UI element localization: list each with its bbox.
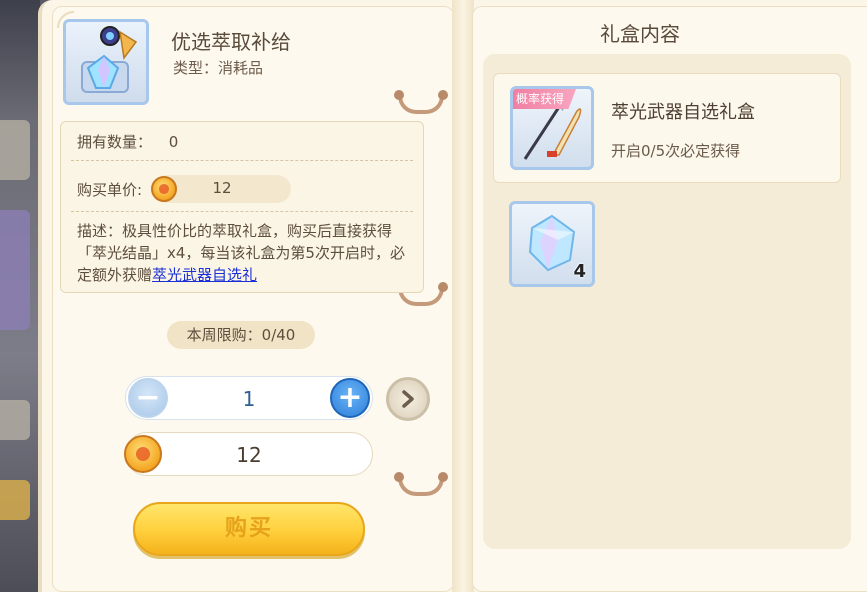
owned-value: 0 <box>168 133 179 151</box>
background-game-scene <box>0 0 40 592</box>
reward-guarantee-note: 开启0/5次必定获得 <box>611 142 741 160</box>
price-value: 12 <box>212 179 232 197</box>
item-info-box: 拥有数量： 0 购买单价: 12 描述：极具性价比的萃取礼盒，购买后直接获得「萃… <box>60 121 424 293</box>
total-price-box: 12 <box>124 432 373 476</box>
owned-label: 拥有数量： <box>77 133 153 151</box>
background-chip <box>0 480 30 520</box>
weapon-gift-link[interactable]: 萃光武器自选礼 <box>152 266 257 284</box>
buy-button[interactable]: 购买 <box>133 502 365 556</box>
background-chip <box>0 210 30 330</box>
divider <box>71 160 413 161</box>
price-label: 购买单价: <box>77 181 143 199</box>
contents-title: 礼盒内容 <box>600 22 680 46</box>
reward-weapon-frame[interactable]: 概率获得 <box>510 86 594 170</box>
item-description: 描述：极具性价比的萃取礼盒，购买后直接获得「萃光结晶」x4，每当该礼盒为第5次开… <box>77 220 413 286</box>
reward-name: 萃光武器自选礼盒 <box>611 102 755 123</box>
increase-button[interactable]: + <box>330 378 370 418</box>
divider <box>71 211 413 212</box>
probability-badge: 概率获得 <box>513 89 577 109</box>
background-chip <box>0 400 30 440</box>
item-type: 类型：消耗品 <box>173 59 264 77</box>
background-chip <box>0 120 30 180</box>
total-price-value: 12 <box>236 443 262 467</box>
gem-box-icon <box>81 26 138 93</box>
reward-crystal-frame[interactable]: 4 <box>509 201 595 287</box>
book-spine <box>452 0 474 592</box>
weekly-limit: 本周限购：0/40 <box>167 321 315 349</box>
plus-icon: + <box>337 380 363 415</box>
chevron-right-icon <box>402 390 414 408</box>
price-pill: 12 <box>151 175 291 203</box>
owned-quantity: 拥有数量： 0 <box>77 131 178 152</box>
max-quantity-button[interactable] <box>386 377 430 421</box>
quantity-stepper: − 1 + <box>125 376 373 420</box>
item-title: 优选萃取补给 <box>171 30 291 54</box>
reward-count: 4 <box>573 261 586 282</box>
item-icon-frame <box>63 19 149 105</box>
